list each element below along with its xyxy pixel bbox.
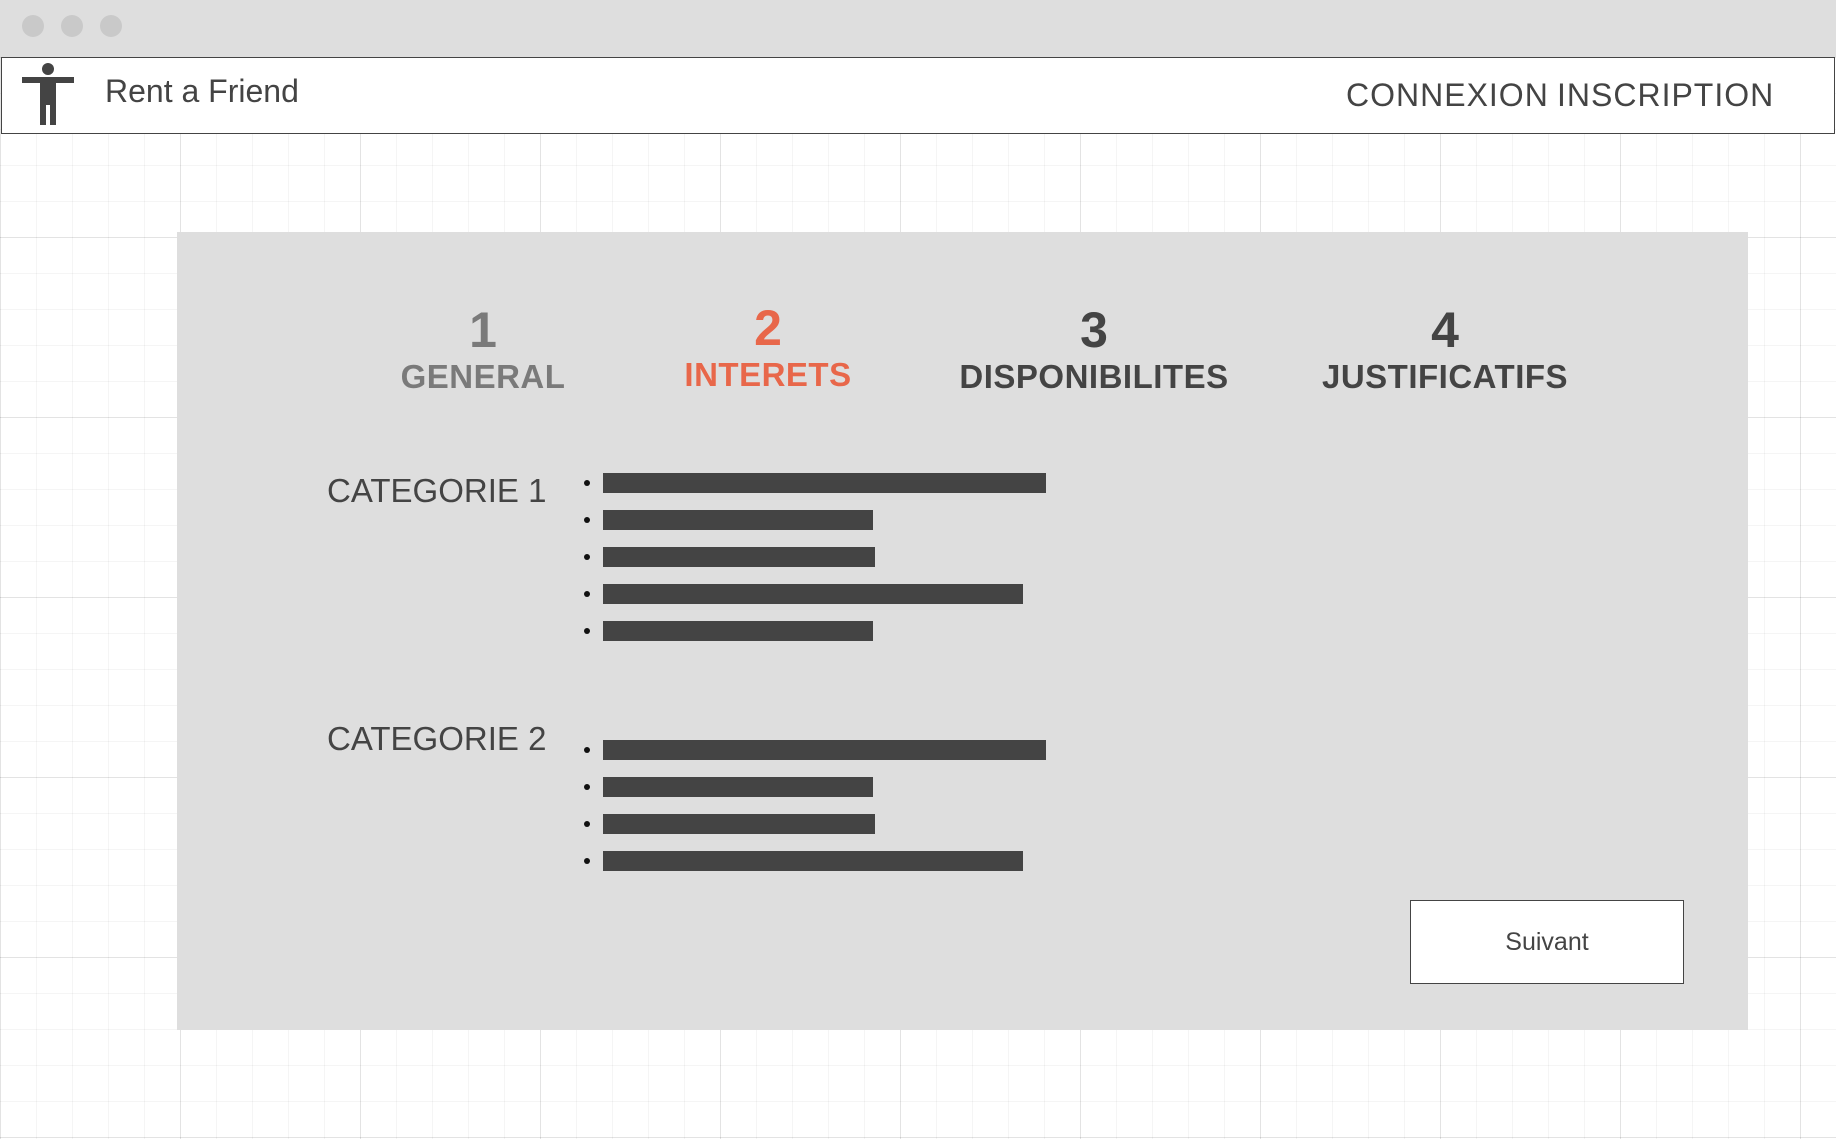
step-label: DISPONIBILITES [959,358,1229,395]
next-button[interactable]: Suivant [1410,900,1684,984]
step-label: JUSTIFICATIFS [1321,358,1569,395]
step-number: 3 [1080,302,1108,358]
bullet [584,821,590,827]
bullet [584,517,590,523]
top-navbar: Rent a Friend CONNEXION INSCRIPTION [1,57,1835,134]
step-number: 4 [1431,302,1459,358]
placeholder-text-bar [603,777,873,797]
bullet [584,554,590,560]
placeholder-text-bar [603,740,1046,760]
placeholder-text-bar [603,473,1046,493]
bullet [584,858,590,864]
bullet [584,628,590,634]
step-number: 2 [754,300,782,356]
window-close-dot[interactable] [22,15,44,37]
placeholder-text-bar [603,584,1023,604]
step-interets[interactable]: 2 INTERETS [684,300,851,394]
step-general[interactable]: 1 GENERAL [401,302,566,396]
bullet [584,591,590,597]
step-disponibilites[interactable]: 3 DISPONIBILITES [959,302,1228,396]
category-title: CATEGORIE 2 [327,720,547,757]
bullet [584,784,590,790]
login-link[interactable]: CONNEXION [1346,77,1549,114]
placeholder-text-bar [603,851,1023,871]
step-label: INTERETS [684,356,852,393]
step-number: 1 [469,302,497,358]
placeholder-text-bar [603,547,875,567]
brand-name[interactable]: Rent a Friend [105,73,299,110]
placeholder-text-bar [603,814,875,834]
signup-link[interactable]: INSCRIPTION [1557,77,1774,114]
bullet [584,480,590,486]
placeholder-text-bar [603,510,873,530]
window-titlebar [0,0,1836,57]
placeholder-text-bar [603,621,873,641]
bullet [584,747,590,753]
step-justificatifs[interactable]: 4 JUSTIFICATIFS [1322,302,1568,396]
window-maximize-dot[interactable] [100,15,122,37]
person-icon[interactable] [20,62,76,126]
signup-form-panel: 1 GENERAL 2 INTERETS 3 DISPONIBILITES 4 … [177,232,1748,1030]
step-label: GENERAL [400,358,566,395]
category-title: CATEGORIE 1 [327,472,547,509]
window-minimize-dot[interactable] [61,15,83,37]
